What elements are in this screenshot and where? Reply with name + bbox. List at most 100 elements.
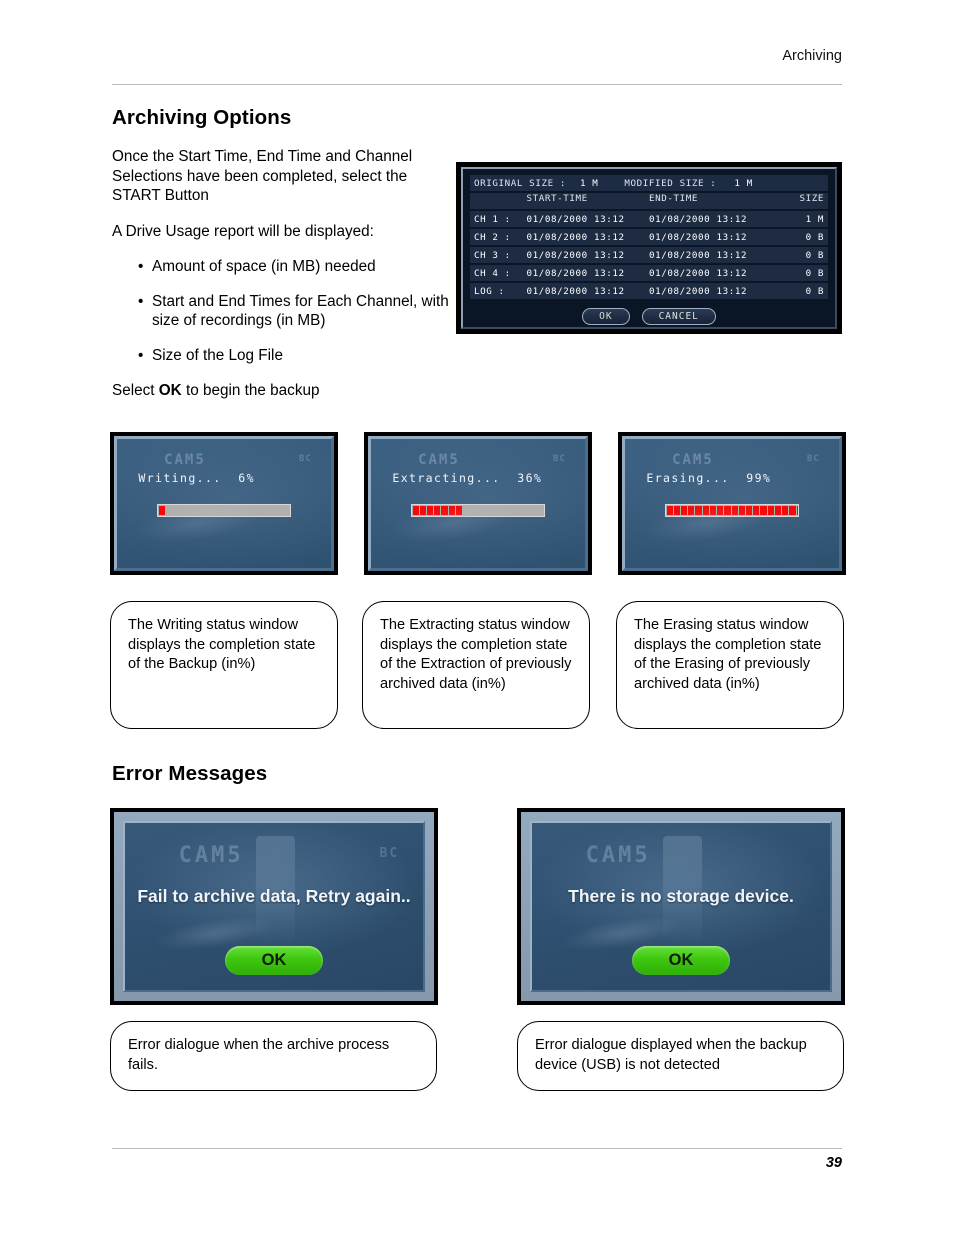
progress-bar: [156, 503, 292, 517]
list-item: Start and End Times for Each Channel, wi…: [138, 292, 450, 331]
dialog-bezel: CAM5 There is no storage device. OK: [521, 812, 841, 1001]
progress-status-text: Extracting... 36%: [392, 471, 543, 486]
cell-channel: CH 3 :: [474, 249, 511, 261]
progress-segment: [673, 505, 681, 515]
archive-size-summary-row: ORIGINAL SIZE : 1 M MODIFIED SIZE : 1 M: [470, 175, 828, 191]
cancel-button[interactable]: CANCEL: [641, 308, 716, 325]
progress-segment: [158, 505, 165, 515]
cell-end-time: 01/08/2000 13:12: [649, 213, 748, 225]
progress-segment: [441, 505, 448, 515]
progress-segment: [782, 505, 789, 515]
progress-segment: [427, 505, 434, 515]
error-message-text: Fail to archive data, Retry again..: [137, 886, 411, 907]
progress-segment: [774, 505, 782, 515]
cell-size: 0 B: [805, 285, 824, 297]
column-header-size: SIZE: [799, 193, 824, 204]
paragraph-start-button: Once the Start Time, End Time and Channe…: [112, 148, 413, 204]
archive-dialog: ORIGINAL SIZE : 1 M MODIFIED SIZE : 1 M …: [461, 167, 837, 329]
caption-archive-fail: Error dialogue when the archive process …: [110, 1021, 437, 1091]
ok-button[interactable]: OK: [632, 945, 730, 975]
progress-bar: [410, 503, 546, 517]
progress-bar: [664, 503, 800, 517]
cell-size: 0 B: [805, 249, 824, 261]
progress-segment: [688, 505, 695, 515]
progress-segment: [745, 505, 753, 515]
progress-segment: [681, 505, 688, 515]
osd-camera-label: CAM5: [418, 451, 460, 468]
osd-indicator: BC: [298, 454, 312, 465]
archive-table-header: START-TIME END-TIME SIZE: [470, 193, 828, 209]
ok-button[interactable]: OK: [225, 945, 323, 975]
progress-segment: [789, 505, 796, 515]
osd-indicator: BC: [552, 454, 566, 465]
cell-size: 0 B: [805, 231, 824, 243]
paragraph-select-ok: Select OK to begin the backup: [112, 381, 450, 401]
dvr-video-background: CAM5 BC Fail to archive data, Retry agai…: [123, 821, 425, 992]
modified-size-value: 1 M: [734, 177, 753, 189]
footer-divider: [112, 1148, 842, 1149]
cell-start-time: 01/08/2000 13:12: [526, 213, 625, 225]
progress-segment: [666, 505, 673, 515]
cell-start-time: 01/08/2000 13:12: [526, 285, 625, 297]
progress-segment: [767, 505, 774, 515]
progress-segment: [455, 505, 463, 515]
progress-status-text: Writing... 6%: [138, 471, 255, 486]
cell-end-time: 01/08/2000 13:12: [649, 249, 748, 261]
table-row-log: LOG : 01/08/2000 13:12 01/08/2000 13:12 …: [470, 283, 828, 299]
cell-end-time: 01/08/2000 13:12: [649, 285, 748, 297]
caption-no-storage: Error dialogue displayed when the backup…: [517, 1021, 844, 1091]
page-title-error-messages: Error Messages: [112, 762, 268, 785]
progress-segment: [760, 505, 767, 515]
cell-channel: CH 2 :: [474, 231, 511, 243]
table-row: CH 1 : 01/08/2000 13:12 01/08/2000 13:12…: [470, 211, 828, 227]
header-divider: [112, 84, 842, 85]
osd-camera-label: CAM5: [164, 451, 206, 468]
writing-status-screenshot: CAM5 BC Writing... 6%: [110, 432, 338, 575]
caption-erasing: The Erasing status window displays the c…: [616, 601, 844, 729]
cell-size: 1 M: [805, 213, 824, 225]
error-message-text: There is no storage device.: [568, 886, 794, 907]
dvr-video-background: CAM5 BC Erasing... 99%: [622, 436, 842, 571]
progress-segment: [434, 505, 441, 515]
select-ok-strong: OK: [158, 382, 182, 399]
list-item: Amount of space (in MB) needed: [138, 257, 450, 277]
progress-segment: [709, 505, 717, 515]
progress-segment: [753, 505, 760, 515]
column-header-start-time: START-TIME: [526, 193, 588, 204]
extracting-status-screenshot: CAM5 BC Extracting... 36%: [364, 432, 592, 575]
ok-button[interactable]: OK: [582, 308, 630, 325]
original-size-label: ORIGINAL SIZE :: [474, 177, 566, 189]
cell-start-time: 01/08/2000 13:12: [526, 231, 625, 243]
original-size-value: 1 M: [579, 177, 599, 189]
table-row: CH 3 : 01/08/2000 13:12 01/08/2000 13:12…: [470, 247, 828, 263]
archive-summary-dialog-screenshot: ORIGINAL SIZE : 1 M MODIFIED SIZE : 1 M …: [456, 162, 842, 334]
archive-fail-dialog-screenshot: CAM5 BC Fail to archive data, Retry agai…: [110, 808, 438, 1005]
column-header-channel: [474, 193, 527, 209]
erasing-status-screenshot: CAM5 BC Erasing... 99%: [618, 432, 846, 575]
dvr-video-background: CAM5 BC Extracting... 36%: [368, 436, 588, 571]
osd-indicator: BC: [806, 454, 820, 465]
dialog-bezel: CAM5 BC Fail to archive data, Retry agai…: [114, 812, 434, 1001]
cell-end-time: 01/08/2000 13:12: [649, 231, 748, 243]
cell-size: 0 B: [805, 267, 824, 279]
progress-segment: [702, 505, 709, 515]
dvr-video-background: CAM5 There is no storage device. OK: [530, 821, 832, 992]
progress-segment: [796, 505, 799, 515]
osd-camera-label: CAM5: [178, 843, 244, 869]
osd-indicator: BC: [379, 846, 400, 862]
progress-segment: [738, 505, 745, 515]
archive-dialog-buttons: OK CANCEL: [470, 308, 828, 325]
running-head: Archiving: [782, 48, 842, 64]
cell-channel: LOG :: [474, 285, 505, 297]
page-number: 39: [825, 1155, 842, 1171]
select-ok-prefix: Select: [112, 382, 159, 399]
progress-segment: [717, 505, 724, 515]
progress-segment: [731, 505, 738, 515]
select-ok-suffix: to begin the backup: [181, 382, 320, 399]
progress-segment: [695, 505, 702, 515]
drive-usage-bullet-list: Amount of space (in MB) needed Start and…: [112, 257, 450, 365]
dvr-video-background: CAM5 BC Writing... 6%: [114, 436, 334, 571]
progress-segment: [724, 505, 731, 515]
paragraph-drive-usage: A Drive Usage report will be displayed:: [112, 222, 374, 240]
osd-camera-label: CAM5: [672, 451, 714, 468]
